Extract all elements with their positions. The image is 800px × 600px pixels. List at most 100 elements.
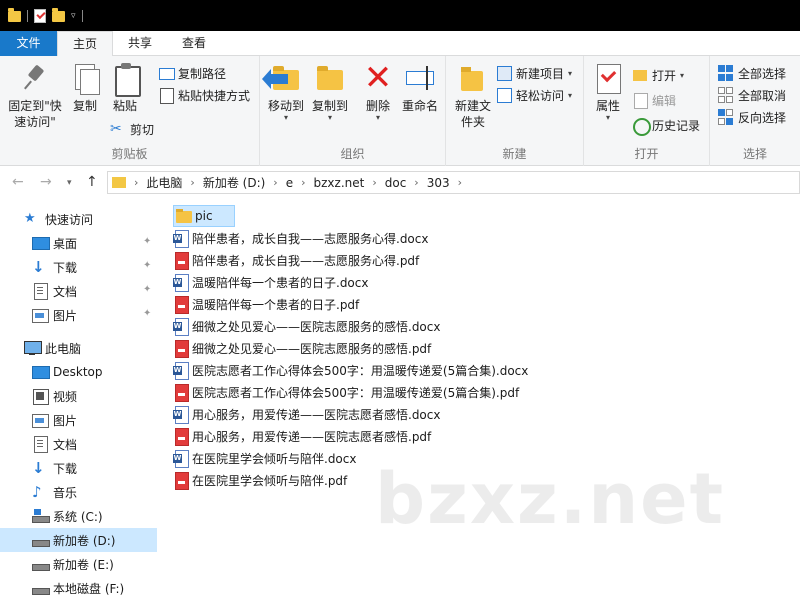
- invert-selection-button[interactable]: 反向选择: [718, 106, 786, 128]
- pdf-document-icon: [173, 428, 189, 446]
- file-name: 用心服务，用爱传递——医院志愿者感悟.pdf: [192, 429, 432, 444]
- pin-icon[interactable]: ✦: [143, 284, 151, 296]
- forward-arrow-icon[interactable]: →: [40, 174, 52, 190]
- tab-file[interactable]: 文件: [0, 31, 57, 56]
- title-bar: ▿: [0, 0, 800, 31]
- pin-icon[interactable]: ✦: [143, 308, 151, 320]
- breadcrumb-303[interactable]: 303: [421, 176, 456, 190]
- new-item-button[interactable]: 新建项目 ▾: [496, 62, 572, 84]
- copy-path-label: 复制路径: [178, 66, 227, 81]
- sidebar-item-music[interactable]: ♪ 音乐: [0, 480, 157, 504]
- copy-button[interactable]: 复制: [66, 62, 104, 114]
- sidebar-item-drive-c[interactable]: 系统 (C:): [0, 504, 157, 528]
- sidebar-item-drive-d[interactable]: 新加卷 (D:): [0, 528, 157, 552]
- list-item[interactable]: 温暖陪伴每一个患者的日子.docx: [173, 271, 368, 293]
- back-arrow-icon[interactable]: ←: [12, 174, 24, 190]
- copy-to-label: 复制到: [311, 99, 348, 113]
- breadcrumb-separator[interactable]: ›: [188, 176, 196, 189]
- copy-path-button[interactable]: 复制路径: [158, 62, 226, 84]
- new-folder-button[interactable]: 新建文件夹: [450, 62, 496, 130]
- file-name: 温暖陪伴每一个患者的日子.pdf: [192, 297, 360, 312]
- chevron-down-icon[interactable]: ▿: [71, 11, 76, 21]
- copy-to-button[interactable]: 复制到 ▾: [308, 62, 352, 122]
- sidebar-item-documents[interactable]: 文档 ✦: [0, 279, 157, 303]
- select-none-button[interactable]: 全部取消: [718, 84, 786, 106]
- open-button[interactable]: 打开 ▾: [632, 64, 684, 86]
- select-none-icon: [718, 87, 734, 103]
- breadcrumb-separator[interactable]: ›: [132, 176, 140, 189]
- sidebar-item-documents-pc[interactable]: 文档: [0, 432, 157, 456]
- breadcrumb-separator[interactable]: ›: [271, 176, 279, 189]
- list-item[interactable]: 陪伴患者，成长自我——志愿服务心得.docx: [173, 227, 428, 249]
- dropdown-arrow-icon: ▾: [605, 113, 610, 122]
- sidebar-item-desktop[interactable]: 桌面 ✦: [0, 231, 157, 255]
- paste-shortcut-label: 粘贴快捷方式: [178, 88, 251, 103]
- pin-icon[interactable]: ✦: [143, 260, 151, 272]
- chevron-down-icon: ▾: [568, 90, 573, 100]
- list-item[interactable]: 细微之处见爱心——医院志愿服务的感悟.pdf: [173, 337, 431, 359]
- sidebar-item-desktop-pc[interactable]: Desktop: [0, 360, 157, 384]
- paste-button[interactable]: 粘贴: [106, 62, 144, 114]
- ribbon: 固定到"快速访问" 复制 粘贴 复制路径 粘贴快捷方式 ✂ 剪切 剪贴板 移动到…: [0, 56, 800, 166]
- folder-icon[interactable]: [8, 8, 21, 22]
- breadcrumb-separator[interactable]: ›: [370, 176, 378, 189]
- list-item[interactable]: 用心服务，用爱传递——医院志愿者感悟.docx: [173, 403, 440, 425]
- breadcrumb-bzxz[interactable]: bzxz.net: [308, 176, 371, 190]
- pin-to-quick-access-button[interactable]: 固定到"快速访问": [4, 62, 66, 130]
- open-group-label: 打开: [634, 147, 659, 161]
- sidebar-item-videos[interactable]: 视频: [0, 384, 157, 408]
- select-all-icon: [718, 65, 734, 81]
- sidebar-item-downloads-pc[interactable]: ↓ 下载: [0, 456, 157, 480]
- history-button[interactable]: 历史记录: [632, 114, 700, 136]
- recent-locations-chevron-icon[interactable]: ▾: [67, 178, 72, 188]
- move-to-label: 移动到: [267, 99, 304, 113]
- list-item[interactable]: 医院志愿者工作心得体会500字：用温暖传递爱(5篇合集).pdf: [173, 381, 519, 403]
- breadcrumb-e[interactable]: e: [280, 176, 299, 190]
- list-item[interactable]: 陪伴患者，成长自我——志愿服务心得.pdf: [173, 249, 419, 271]
- pin-icon[interactable]: ✦: [143, 236, 151, 248]
- sidebar-item-drive-e[interactable]: 新加卷 (E:): [0, 552, 157, 576]
- paste-shortcut-button[interactable]: 粘贴快捷方式: [158, 84, 250, 106]
- new-folder-icon: [457, 62, 489, 94]
- sidebar-item-downloads[interactable]: ↓ 下载 ✦: [0, 255, 157, 279]
- sidebar-item-drive-f[interactable]: 本地磁盘 (F:): [0, 576, 157, 600]
- new-folder-label: 新建文件夹: [454, 99, 491, 129]
- list-item[interactable]: 细微之处见爱心——医院志愿服务的感悟.docx: [173, 315, 440, 337]
- tab-home[interactable]: 主页: [57, 31, 114, 57]
- tab-share[interactable]: 共享: [113, 31, 167, 56]
- pin-icon: [19, 62, 51, 94]
- move-to-button[interactable]: 移动到 ▾: [262, 62, 308, 122]
- list-item[interactable]: 温暖陪伴每一个患者的日子.pdf: [173, 293, 359, 315]
- sidebar-item-pictures[interactable]: 图片 ✦: [0, 303, 157, 327]
- easy-access-button[interactable]: 轻松访问 ▾: [496, 84, 572, 106]
- breadcrumb-separator[interactable]: ›: [412, 176, 420, 189]
- list-item[interactable]: 在医院里学会倾听与陪伴.docx: [173, 447, 356, 469]
- list-item[interactable]: pic: [173, 205, 235, 227]
- list-item[interactable]: 医院志愿者工作心得体会500字：用温暖传递爱(5篇合集).docx: [173, 359, 528, 381]
- address-bar[interactable]: › 此电脑 › 新加卷 (D:) › e › bzxz.net › doc › …: [107, 171, 800, 194]
- delete-button[interactable]: ✕ 删除 ▾: [358, 61, 398, 122]
- sidebar-item-label: 新加卷 (D:): [53, 533, 116, 548]
- breadcrumb-separator[interactable]: ›: [456, 176, 464, 189]
- breadcrumb-this-pc[interactable]: 此电脑: [140, 174, 188, 191]
- breadcrumb-drive-d[interactable]: 新加卷 (D:): [197, 174, 271, 191]
- edit-button[interactable]: 编辑: [632, 89, 676, 111]
- new-folder-icon[interactable]: [52, 8, 65, 22]
- select-all-button[interactable]: 全部选择: [718, 62, 786, 84]
- sidebar-item-this-pc[interactable]: 此电脑: [0, 336, 157, 360]
- properties-icon[interactable]: [34, 8, 46, 23]
- sidebar-item-label: 图片: [53, 413, 78, 428]
- cut-button[interactable]: ✂ 剪切: [110, 118, 154, 140]
- rename-button[interactable]: 重命名: [398, 62, 442, 114]
- paste-label: 粘贴: [112, 99, 137, 113]
- breadcrumb-separator[interactable]: ›: [299, 176, 307, 189]
- list-item[interactable]: 用心服务，用爱传递——医院志愿者感悟.pdf: [173, 425, 431, 447]
- list-item[interactable]: 在医院里学会倾听与陪伴.pdf: [173, 469, 347, 491]
- sidebar-item-pictures-pc[interactable]: 图片: [0, 408, 157, 432]
- sidebar-item-quick-access[interactable]: ★ 快速访问: [0, 207, 157, 231]
- tab-view[interactable]: 查看: [167, 31, 221, 56]
- breadcrumb-doc[interactable]: doc: [379, 176, 413, 190]
- sidebar-item-label: 此电脑: [45, 341, 82, 356]
- up-arrow-icon[interactable]: ↑: [86, 174, 98, 190]
- properties-button[interactable]: 属性 ▾: [590, 62, 626, 122]
